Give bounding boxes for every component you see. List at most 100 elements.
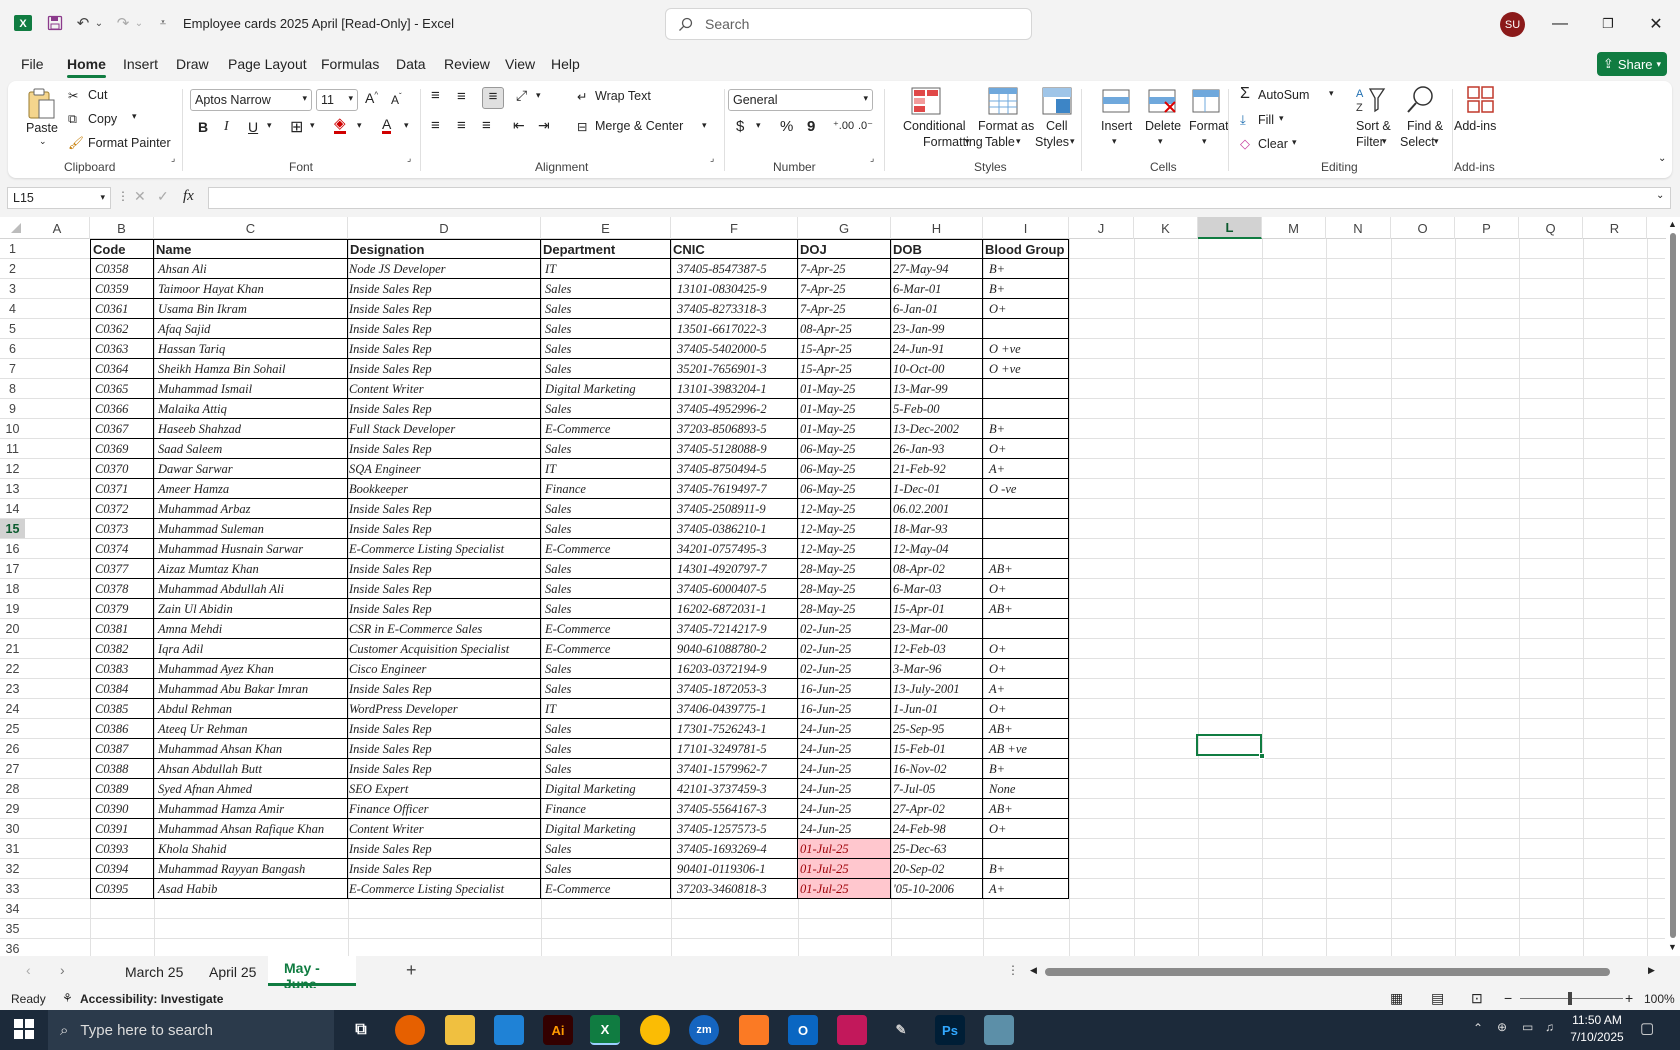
table-cell[interactable]: 3-Mar-96 bbox=[891, 659, 983, 679]
table-cell[interactable]: 42101-3737459-3 bbox=[671, 779, 798, 799]
table-cell[interactable]: Muhammad Abdullah Ali bbox=[154, 579, 348, 599]
row-header-4[interactable]: 4 bbox=[0, 299, 25, 319]
more-options-icon[interactable]: ⋮ bbox=[117, 189, 129, 203]
chevron-down-icon[interactable]: ▾ bbox=[1158, 136, 1163, 147]
table-cell[interactable]: C0371 bbox=[90, 479, 154, 499]
menu-help[interactable]: Help bbox=[551, 56, 580, 72]
table-cell[interactable] bbox=[983, 499, 1069, 519]
table-cell[interactable]: Inside Sales Rep bbox=[348, 499, 541, 519]
table-cell[interactable]: 01-May-25 bbox=[798, 379, 891, 399]
table-cell[interactable]: Content Writer bbox=[348, 819, 541, 839]
table-cell[interactable]: C0390 bbox=[90, 799, 154, 819]
table-cell[interactable]: A+ bbox=[983, 459, 1069, 479]
table-cell[interactable]: Sales bbox=[541, 339, 671, 359]
tray-chevron-icon[interactable]: ⌃ bbox=[1473, 1021, 1483, 1035]
table-cell[interactable]: Sales bbox=[541, 679, 671, 699]
row-header-5[interactable]: 5 bbox=[0, 319, 25, 339]
table-cell[interactable]: Amna Mehdi bbox=[154, 619, 348, 639]
file-explorer-icon[interactable] bbox=[445, 1015, 475, 1045]
row-header-10[interactable]: 10 bbox=[0, 419, 25, 439]
table-cell[interactable]: C0366 bbox=[90, 399, 154, 419]
fill-color-icon[interactable]: ◈ bbox=[334, 116, 346, 134]
table-cell[interactable]: Malaika Attiq bbox=[154, 399, 348, 419]
fill-icon[interactable]: ⤓ bbox=[1240, 112, 1246, 128]
addins-button[interactable]: Add-ins bbox=[1454, 119, 1496, 133]
table-cell[interactable]: Inside Sales Rep bbox=[348, 859, 541, 879]
table-cell[interactable]: Inside Sales Rep bbox=[348, 599, 541, 619]
cell-styles-button[interactable]: Cell bbox=[1046, 119, 1068, 133]
table-cell[interactable]: Sales bbox=[541, 859, 671, 879]
select-all-icon[interactable] bbox=[11, 223, 21, 233]
number-launcher-icon[interactable]: ⌟ bbox=[870, 153, 874, 164]
table-cell[interactable]: C0381 bbox=[90, 619, 154, 639]
scroll-down-icon[interactable]: ▼ bbox=[1668, 942, 1677, 952]
previous-sheet-icon[interactable]: ‹ bbox=[26, 962, 31, 978]
align-bottom-icon[interactable]: ≡ bbox=[482, 87, 504, 109]
table-cell[interactable]: Inside Sales Rep bbox=[348, 759, 541, 779]
menu-insert[interactable]: Insert bbox=[123, 56, 158, 72]
decrease-indent-icon[interactable]: ⇤ bbox=[513, 117, 525, 134]
eraser-icon[interactable]: ◇ bbox=[1240, 136, 1250, 152]
table-cell[interactable] bbox=[983, 399, 1069, 419]
table-cell[interactable]: Inside Sales Rep bbox=[348, 359, 541, 379]
table-cell[interactable]: C0384 bbox=[90, 679, 154, 699]
row-header-6[interactable]: 6 bbox=[0, 339, 25, 359]
table-cell[interactable]: AB+ bbox=[983, 599, 1069, 619]
table-cell[interactable]: 27-May-94 bbox=[891, 259, 983, 279]
table-cell[interactable]: 5-Feb-00 bbox=[891, 399, 983, 419]
table-cell[interactable] bbox=[983, 519, 1069, 539]
table-cell[interactable]: 6-Mar-01 bbox=[891, 279, 983, 299]
name-box[interactable]: L15 ▾ bbox=[7, 187, 111, 209]
table-cell[interactable]: O +ve bbox=[983, 359, 1069, 379]
table-cell[interactable]: E-Commerce bbox=[541, 619, 671, 639]
sheet-tab-active[interactable]: May - June bbox=[268, 956, 356, 992]
table-cell[interactable] bbox=[983, 839, 1069, 859]
close-icon[interactable]: ✕ bbox=[1644, 12, 1668, 36]
row-header-34[interactable]: 34 bbox=[0, 899, 25, 919]
table-cell[interactable]: 06.02.2001 bbox=[891, 499, 983, 519]
table-cell[interactable]: C0394 bbox=[90, 859, 154, 879]
table-cell[interactable]: 02-Jun-25 bbox=[798, 659, 891, 679]
column-header-l[interactable]: L bbox=[1198, 217, 1262, 239]
table-cell[interactable]: O+ bbox=[983, 579, 1069, 599]
table-cell[interactable]: 13-Mar-99 bbox=[891, 379, 983, 399]
table-cell[interactable]: Zain Ul Abidin bbox=[154, 599, 348, 619]
shrink-font-icon[interactable]: Aˇ bbox=[391, 92, 402, 107]
cell-styles-icon[interactable] bbox=[1041, 86, 1073, 116]
chevron-down-icon[interactable]: ▾ bbox=[1329, 88, 1334, 99]
table-cell[interactable]: Sales bbox=[541, 319, 671, 339]
header-cell[interactable]: DOB bbox=[891, 239, 983, 259]
column-header-q[interactable]: Q bbox=[1519, 217, 1583, 239]
scroll-right-icon[interactable]: ▶ bbox=[1648, 965, 1655, 976]
table-cell[interactable]: 7-Jul-05 bbox=[891, 779, 983, 799]
table-cell[interactable]: O -ve bbox=[983, 479, 1069, 499]
table-cell[interactable]: C0395 bbox=[90, 879, 154, 899]
illustrator-icon[interactable]: Ai bbox=[543, 1015, 573, 1045]
chevron-down-icon[interactable]: ▾ bbox=[536, 90, 541, 101]
table-cell[interactable]: CSR in E-Commerce Sales bbox=[348, 619, 541, 639]
row-header-8[interactable]: 8 bbox=[0, 379, 25, 399]
format-painter-icon[interactable]: 🖌 bbox=[68, 136, 84, 151]
orientation-icon[interactable]: ⤢ bbox=[516, 87, 527, 104]
menu-view[interactable]: View bbox=[505, 56, 535, 72]
table-cell[interactable]: Muhammad Rayyan Bangash bbox=[154, 859, 348, 879]
table-cell[interactable]: Aizaz Mumtaz Khan bbox=[154, 559, 348, 579]
photoshop-icon[interactable]: Ps bbox=[935, 1015, 965, 1045]
find-select-button[interactable]: Find & bbox=[1407, 119, 1443, 133]
row-header-25[interactable]: 25 bbox=[0, 719, 25, 739]
table-cell[interactable] bbox=[983, 319, 1069, 339]
addins-icon[interactable] bbox=[1465, 84, 1497, 116]
table-cell[interactable]: 15-Feb-01 bbox=[891, 739, 983, 759]
sheet-tab-march[interactable]: March 25 bbox=[125, 964, 183, 980]
display-icon[interactable]: ▭ bbox=[1522, 1020, 1533, 1034]
conditional-formatting-icon[interactable] bbox=[910, 86, 942, 116]
table-cell[interactable]: A+ bbox=[983, 879, 1069, 899]
table-cell[interactable]: C0365 bbox=[90, 379, 154, 399]
insert-cells-icon[interactable] bbox=[1100, 86, 1132, 116]
table-cell[interactable]: C0373 bbox=[90, 519, 154, 539]
table-cell[interactable]: Sheikh Hamza Bin Sohail bbox=[154, 359, 348, 379]
table-cell[interactable]: 24-Jun-91 bbox=[891, 339, 983, 359]
undo-dropdown-icon[interactable]: ⌄ bbox=[88, 12, 110, 34]
table-cell[interactable]: C0387 bbox=[90, 739, 154, 759]
row-header-35[interactable]: 35 bbox=[0, 919, 25, 939]
